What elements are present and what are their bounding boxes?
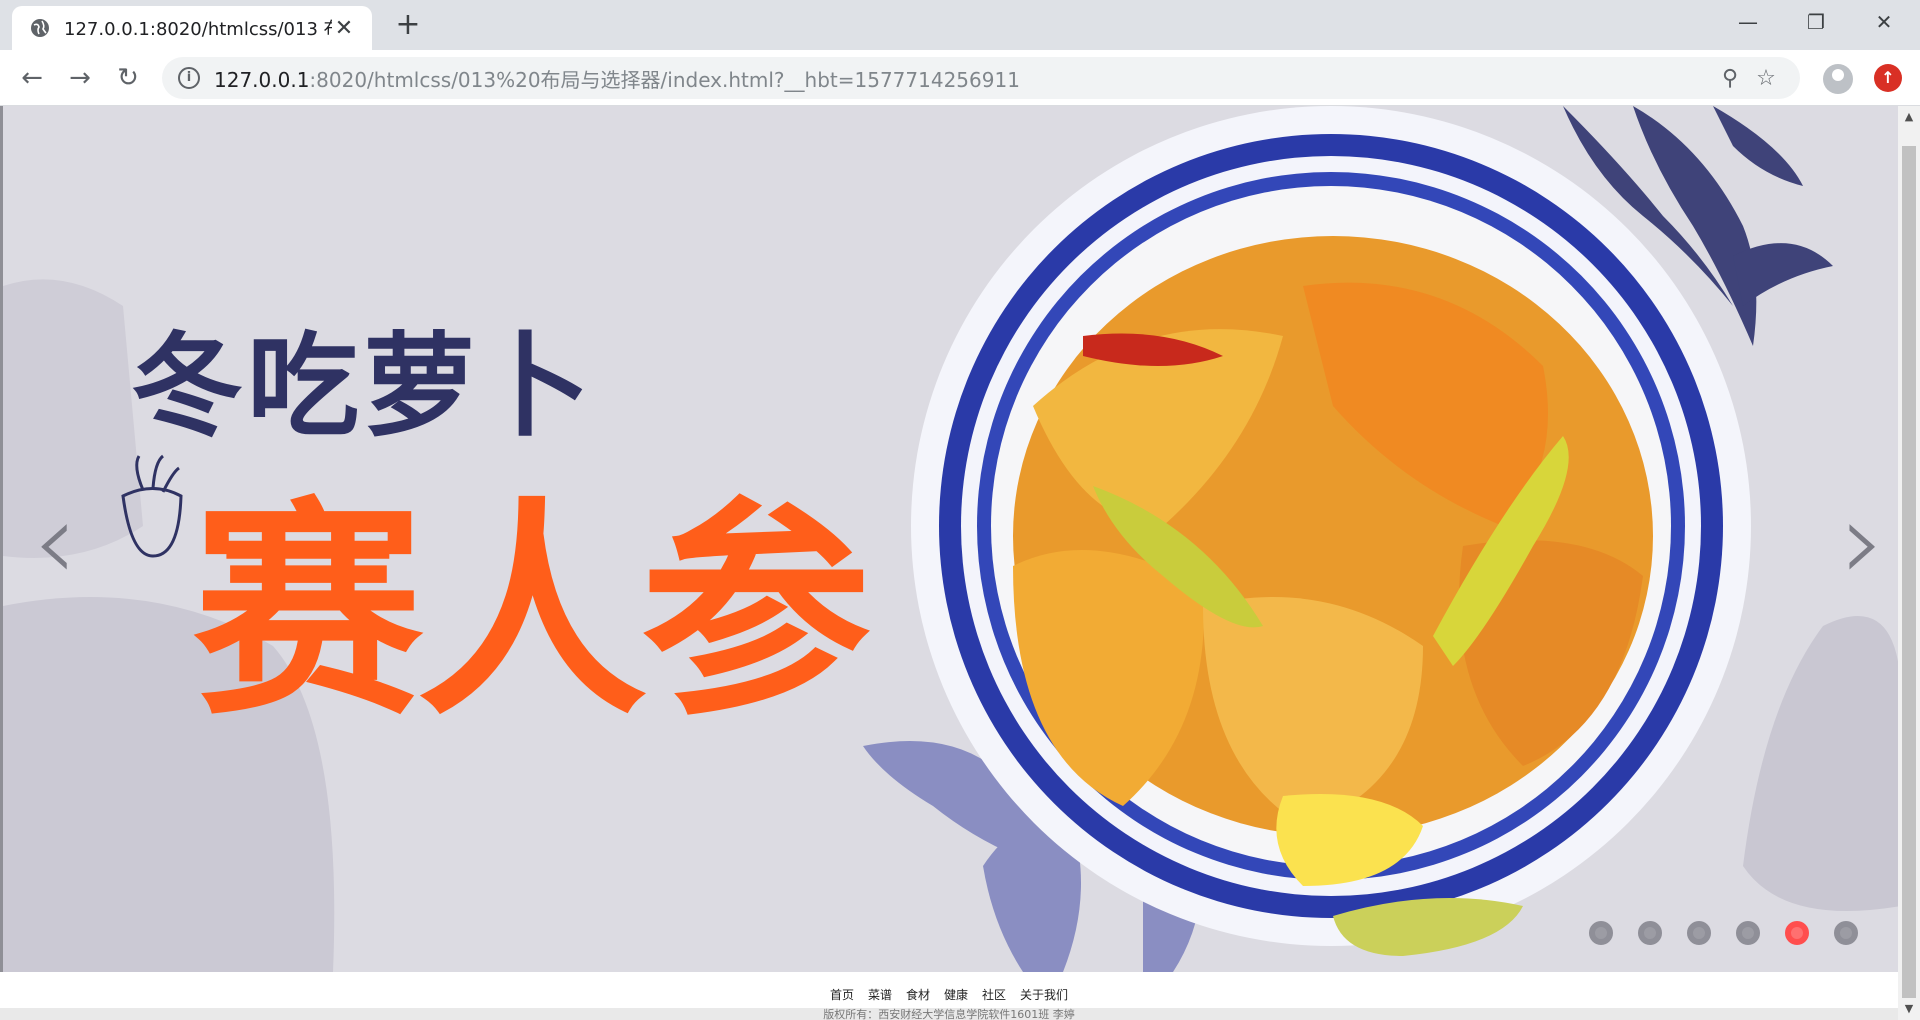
profile-icon[interactable] — [1823, 64, 1853, 94]
footer-link-about[interactable]: 关于我们 — [1020, 986, 1068, 1003]
page-viewport: 冬吃萝卜 赛人参 ‹ › 首页 菜谱 食材 健康 社区 关于我们 版权所有：西安… — [0, 106, 1898, 1020]
carousel-next-arrow[interactable]: › — [1841, 486, 1885, 596]
url-text[interactable]: 127.0.0.1:8020/htmlcss/013%20布局与选择器/inde… — [214, 64, 1712, 93]
scroll-up-icon[interactable]: ▲ — [1898, 106, 1920, 128]
minimize-button[interactable]: — — [1714, 0, 1782, 44]
carousel-prev-arrow[interactable]: ‹ — [33, 486, 77, 596]
scroll-down-icon[interactable]: ▼ — [1898, 998, 1920, 1020]
banner-subline: 赛人参 — [193, 480, 871, 747]
update-icon[interactable]: ↑ — [1874, 64, 1902, 92]
carousel-dot[interactable] — [1687, 921, 1711, 945]
carousel-dot[interactable] — [1589, 921, 1613, 945]
tab-close-icon[interactable]: ✕ — [332, 16, 356, 41]
zoom-icon[interactable]: ⚲ — [1712, 66, 1748, 91]
vertical-scrollbar[interactable]: ▲ ▼ — [1898, 106, 1920, 1020]
carousel-indicators — [1564, 921, 1858, 945]
info-icon[interactable]: i — [178, 67, 200, 89]
url-host: 127.0.0.1 — [214, 67, 310, 92]
footer-link-ingredients[interactable]: 食材 — [906, 986, 930, 1003]
browser-toolbar: ← → ↻ i 127.0.0.1:8020/htmlcss/013%20布局与… — [0, 50, 1920, 106]
globe-icon — [31, 19, 49, 37]
restore-button[interactable]: ❐ — [1782, 0, 1850, 44]
footer-link-health[interactable]: 健康 — [944, 986, 968, 1003]
scroll-thumb[interactable] — [1902, 146, 1916, 998]
page-footer: 首页 菜谱 食材 健康 社区 关于我们 版权所有：西安财经大学信息学院软件160… — [0, 972, 1898, 1020]
carousel-banner: 冬吃萝卜 赛人参 ‹ › — [0, 106, 1898, 972]
url-path: :8020/htmlcss/013%20布局与选择器/index.html?__… — [309, 67, 1020, 92]
address-bar[interactable]: i 127.0.0.1:8020/htmlcss/013%20布局与选择器/in… — [162, 57, 1800, 99]
footer-link-recipes[interactable]: 菜谱 — [868, 986, 892, 1003]
forward-icon[interactable]: → — [60, 58, 100, 98]
back-icon[interactable]: ← — [12, 58, 52, 98]
carousel-dot[interactable] — [1736, 921, 1760, 945]
carousel-dot[interactable] — [1638, 921, 1662, 945]
star-icon[interactable]: ☆ — [1748, 66, 1784, 91]
carousel-dot[interactable] — [1834, 921, 1858, 945]
footer-link-home[interactable]: 首页 — [830, 986, 854, 1003]
close-window-button[interactable]: ✕ — [1850, 0, 1918, 44]
footer-link-community[interactable]: 社区 — [982, 986, 1006, 1003]
reload-icon[interactable]: ↻ — [108, 58, 148, 98]
tab-title: 127.0.0.1:8020/htmlcss/013 布局与选择器 — [64, 19, 332, 40]
carousel-dot-active[interactable] — [1785, 921, 1809, 945]
footer-nav: 首页 菜谱 食材 健康 社区 关于我们 — [0, 986, 1898, 1003]
copyright-text: 版权所有：西安财经大学信息学院软件1601班 李婷 — [0, 1008, 1898, 1020]
new-tab-button[interactable]: + — [390, 8, 426, 44]
tab-strip: 127.0.0.1:8020/htmlcss/013 布局与选择器 ✕ + — … — [0, 0, 1920, 50]
browser-tab[interactable]: 127.0.0.1:8020/htmlcss/013 布局与选择器 ✕ — [12, 6, 372, 50]
